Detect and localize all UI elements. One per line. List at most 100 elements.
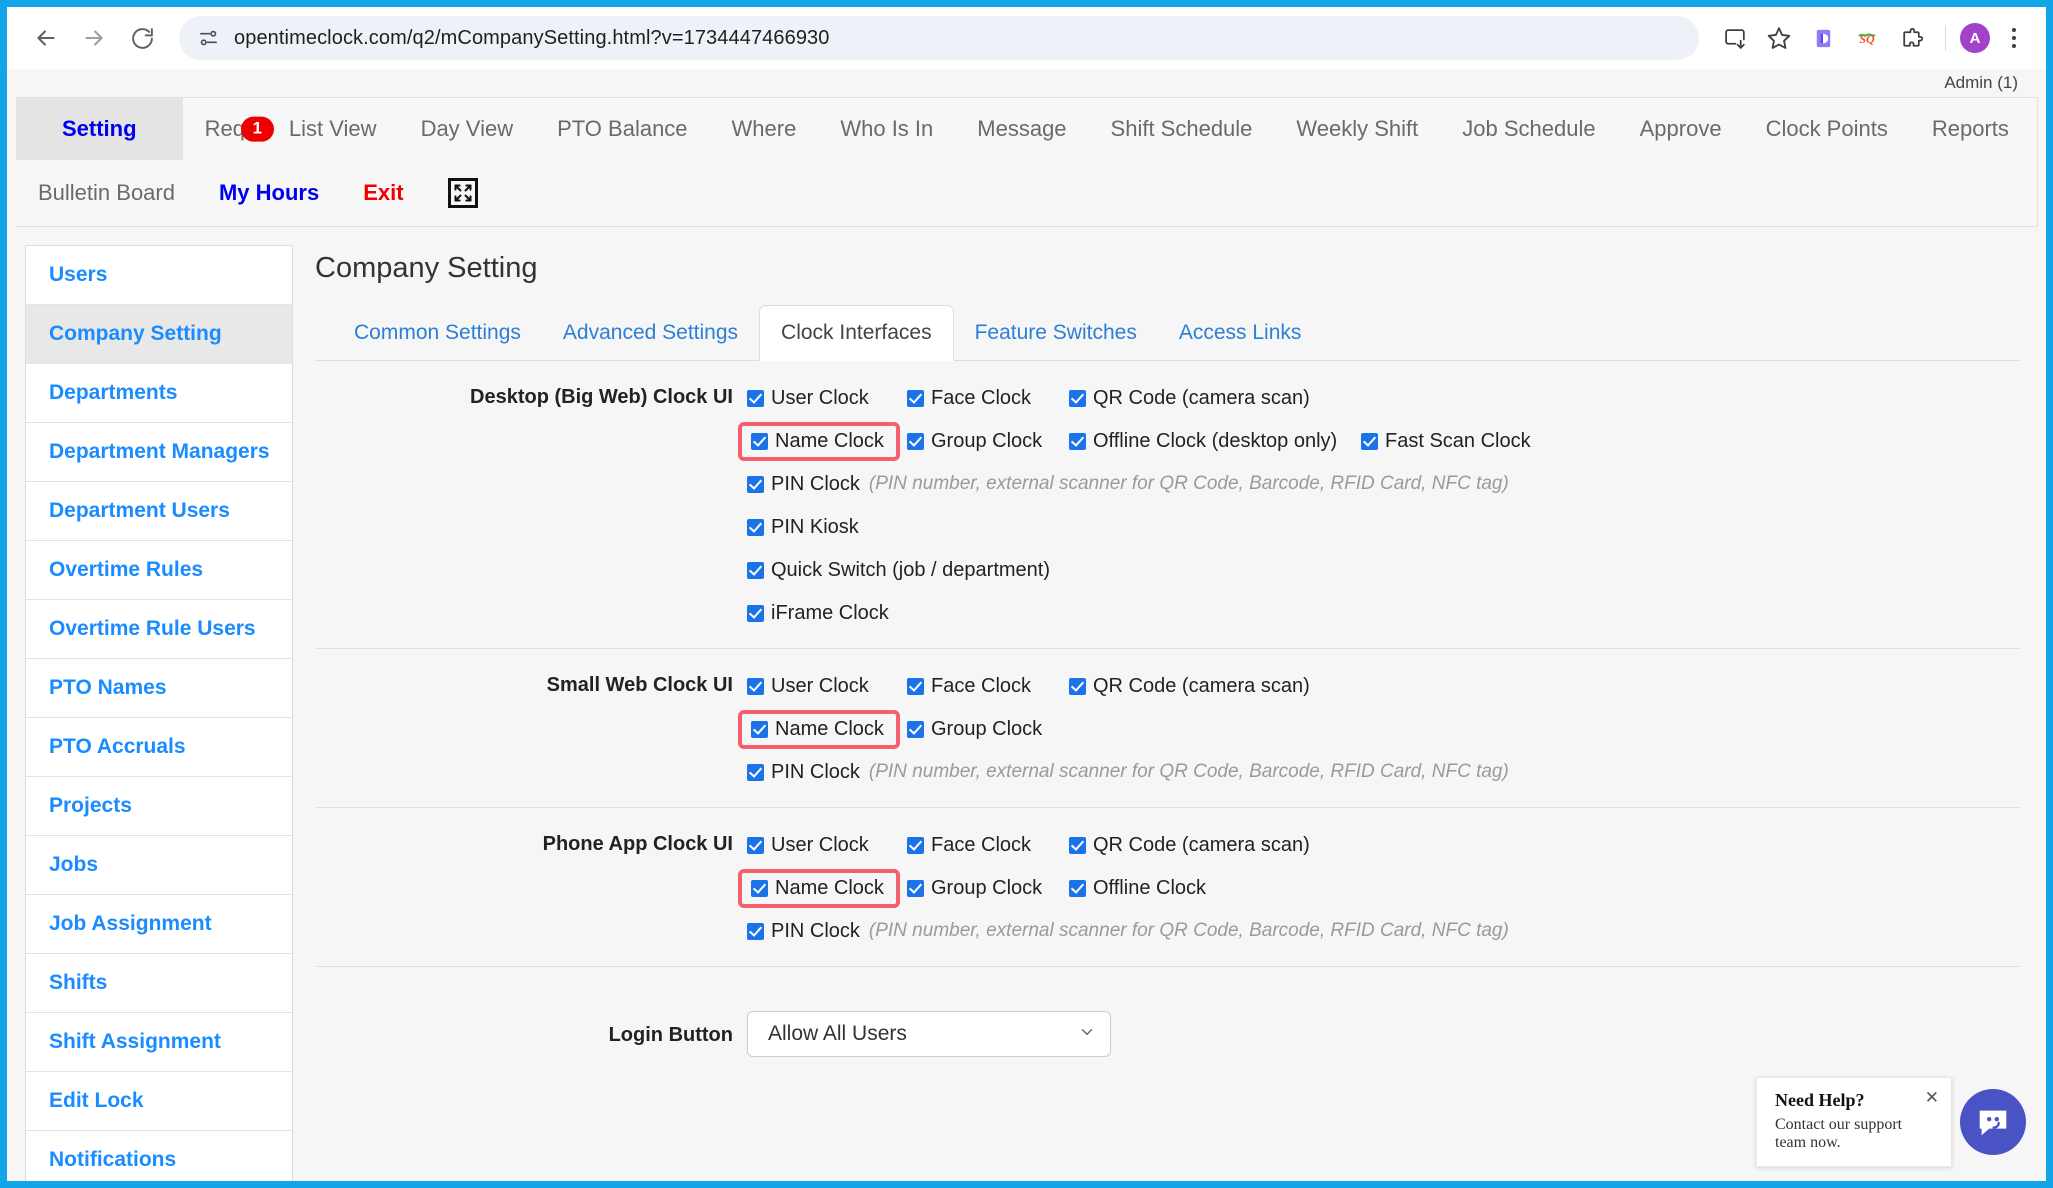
checkbox-smallweb-user-clock[interactable]: User Clock <box>747 675 907 698</box>
checkbox-desktop-iframe-clock[interactable]: iFrame Clock <box>747 602 2020 625</box>
nav-tab-day-view[interactable]: Day View <box>399 98 536 160</box>
tab-advanced-settings[interactable]: Advanced Settings <box>542 306 759 360</box>
sidebar-item-shift-assignment[interactable]: Shift Assignment <box>26 1013 292 1072</box>
sidebar-item-pto-accruals[interactable]: PTO Accruals <box>26 718 292 777</box>
checkbox-phone-offline-clock[interactable]: Offline Clock <box>1069 877 1361 900</box>
checkbox-checked-icon <box>907 677 924 695</box>
forward-arrow-icon[interactable] <box>73 17 115 59</box>
nav-tab-job-schedule[interactable]: Job Schedule <box>1440 98 1617 160</box>
checkbox-desktop-face-clock[interactable]: Face Clock <box>907 387 1069 410</box>
sidebar-item-company-setting[interactable]: Company Setting <box>26 305 292 364</box>
admin-label: Admin (1) <box>1944 73 2018 92</box>
kebab-menu-icon[interactable] <box>1994 18 2034 58</box>
checkbox-phone-qr-code[interactable]: QR Code (camera scan) <box>1069 834 1361 857</box>
nav-tab-setting[interactable]: Setting <box>16 98 183 160</box>
login-button-value: Allow All Users <box>768 1022 907 1045</box>
chat-tooltip[interactable]: ✕ Need Help? Contact our support team no… <box>1756 1077 1952 1167</box>
sidebar-item-department-users[interactable]: Department Users <box>26 482 292 541</box>
phone-app-clock-ui-label: Phone App Clock UI <box>542 833 733 855</box>
nav-tab-clock-points[interactable]: Clock Points <box>1744 98 1910 160</box>
checkbox-desktop-fast-scan-clock[interactable]: Fast Scan Clock <box>1361 430 1531 453</box>
login-button-select[interactable]: Allow All Users <box>747 1011 1111 1057</box>
option-line: User Clock Face Clock QR Code (camera sc… <box>747 671 2020 701</box>
checkbox-checked-icon <box>1069 389 1086 407</box>
sidebar-item-overtime-rule-users[interactable]: Overtime Rule Users <box>26 600 292 659</box>
checkbox-desktop-offline-clock[interactable]: Offline Clock (desktop only) <box>1069 430 1361 453</box>
sidebar-item-users[interactable]: Users <box>26 246 292 305</box>
checkbox-desktop-pin-kiosk[interactable]: PIN Kiosk <box>747 516 2020 539</box>
checkbox-smallweb-face-clock[interactable]: Face Clock <box>907 675 1069 698</box>
sidebar-item-label: Department Managers <box>49 440 270 463</box>
back-arrow-icon[interactable] <box>25 17 67 59</box>
checkbox-smallweb-pin-clock[interactable]: PIN Clock <box>747 761 860 784</box>
nav-tab-shift-schedule[interactable]: Shift Schedule <box>1089 98 1275 160</box>
nav-tab-reports[interactable]: Reports <box>1910 98 2031 160</box>
nav-tab-label: My Hours <box>218 180 320 205</box>
nav-tab-label: Message <box>977 116 1067 141</box>
close-icon[interactable]: ✕ <box>1925 1089 1939 1106</box>
checkbox-checked-icon <box>1069 879 1086 897</box>
extension-d-icon[interactable] <box>1803 18 1843 58</box>
url-text: opentimeclock.com/q2/mCompanySetting.htm… <box>234 26 830 49</box>
nav-tab-where[interactable]: Where <box>710 98 819 160</box>
nav-tab-pto-balance[interactable]: PTO Balance <box>535 98 709 160</box>
sidebar-item-departments[interactable]: Departments <box>26 364 292 423</box>
nav-tab-weekly-shift[interactable]: Weekly Shift <box>1274 98 1440 160</box>
chat-bubble-icon[interactable] <box>1960 1089 2026 1155</box>
checkbox-phone-user-clock[interactable]: User Clock <box>747 834 907 857</box>
extensions-puzzle-icon[interactable] <box>1891 18 1931 58</box>
sidebar-item-label: PTO Accruals <box>49 735 186 758</box>
top-nav-row-2: Bulletin Board My Hours Exit <box>16 160 2037 226</box>
checkbox-smallweb-qr-code[interactable]: QR Code (camera scan) <box>1069 675 1361 698</box>
checkbox-phone-face-clock[interactable]: Face Clock <box>907 834 1069 857</box>
checkbox-desktop-group-clock[interactable]: Group Clock <box>907 430 1069 453</box>
tab-common-settings[interactable]: Common Settings <box>333 306 542 360</box>
sidebar-item-label: Jobs <box>49 853 99 876</box>
nav-tab-label: Shift Schedule <box>1110 116 1253 141</box>
address-bar[interactable]: opentimeclock.com/q2/mCompanySetting.htm… <box>179 16 1699 60</box>
fullscreen-button[interactable] <box>426 160 500 226</box>
checkbox-phone-name-clock[interactable]: Name Clock <box>738 868 900 908</box>
nav-tab-message[interactable]: Message <box>955 98 1088 160</box>
sidebar-item-edit-lock[interactable]: Edit Lock <box>26 1072 292 1131</box>
install-app-icon[interactable] <box>1715 18 1755 58</box>
checkbox-smallweb-group-clock[interactable]: Group Clock <box>907 718 1069 741</box>
nav-tab-req[interactable]: Req 1 <box>183 98 275 160</box>
nav-tab-who-is-in[interactable]: Who Is In <box>818 98 955 160</box>
sidebar-item-pto-names[interactable]: PTO Names <box>26 659 292 718</box>
sidebar-item-job-assignment[interactable]: Job Assignment <box>26 895 292 954</box>
option-line: Name Clock Group Clock Offline Clock (de… <box>738 421 2020 461</box>
nav-tab-bulletin-board[interactable]: Bulletin Board <box>16 160 197 226</box>
extension-sq-icon[interactable]: SQ <box>1847 18 1887 58</box>
sidebar-item-department-managers[interactable]: Department Managers <box>26 423 292 482</box>
sidebar-item-jobs[interactable]: Jobs <box>26 836 292 895</box>
sidebar-item-overtime-rules[interactable]: Overtime Rules <box>26 541 292 600</box>
tab-feature-switches[interactable]: Feature Switches <box>954 306 1158 360</box>
nav-tab-list-view[interactable]: List View <box>267 98 399 160</box>
checkbox-label: Group Clock <box>931 876 1043 899</box>
checkbox-desktop-qr-code[interactable]: QR Code (camera scan) <box>1069 387 1361 410</box>
checkbox-desktop-user-clock[interactable]: User Clock <box>747 387 907 410</box>
sidebar-item-shifts[interactable]: Shifts <box>26 954 292 1013</box>
tab-access-links[interactable]: Access Links <box>1158 306 1323 360</box>
sidebar-item-notifications[interactable]: Notifications <box>26 1131 292 1181</box>
nav-tab-label: Who Is In <box>840 116 934 141</box>
site-settings-icon[interactable] <box>197 27 220 50</box>
nav-tab-label: Reports <box>1931 116 2009 141</box>
nav-tab-approve[interactable]: Approve <box>1618 98 1744 160</box>
nav-tab-exit[interactable]: Exit <box>341 160 425 226</box>
star-icon[interactable] <box>1759 18 1799 58</box>
checkbox-phone-pin-clock[interactable]: PIN Clock <box>747 920 860 943</box>
avatar[interactable]: A <box>1960 23 1990 53</box>
checkbox-phone-group-clock[interactable]: Group Clock <box>907 877 1069 900</box>
nav-tab-my-hours[interactable]: My Hours <box>197 160 341 226</box>
checkbox-desktop-name-clock[interactable]: Name Clock <box>738 421 900 461</box>
tab-clock-interfaces[interactable]: Clock Interfaces <box>759 305 954 361</box>
checkbox-smallweb-name-clock[interactable]: Name Clock <box>738 709 900 749</box>
checkbox-desktop-quick-switch[interactable]: Quick Switch (job / department) <box>747 559 2020 582</box>
checkbox-checked-icon <box>747 677 764 695</box>
sidebar-item-projects[interactable]: Projects <box>26 777 292 836</box>
nav-tab-label: Bulletin Board <box>38 180 175 205</box>
checkbox-desktop-pin-clock[interactable]: PIN Clock <box>747 473 860 496</box>
reload-icon[interactable] <box>121 17 163 59</box>
